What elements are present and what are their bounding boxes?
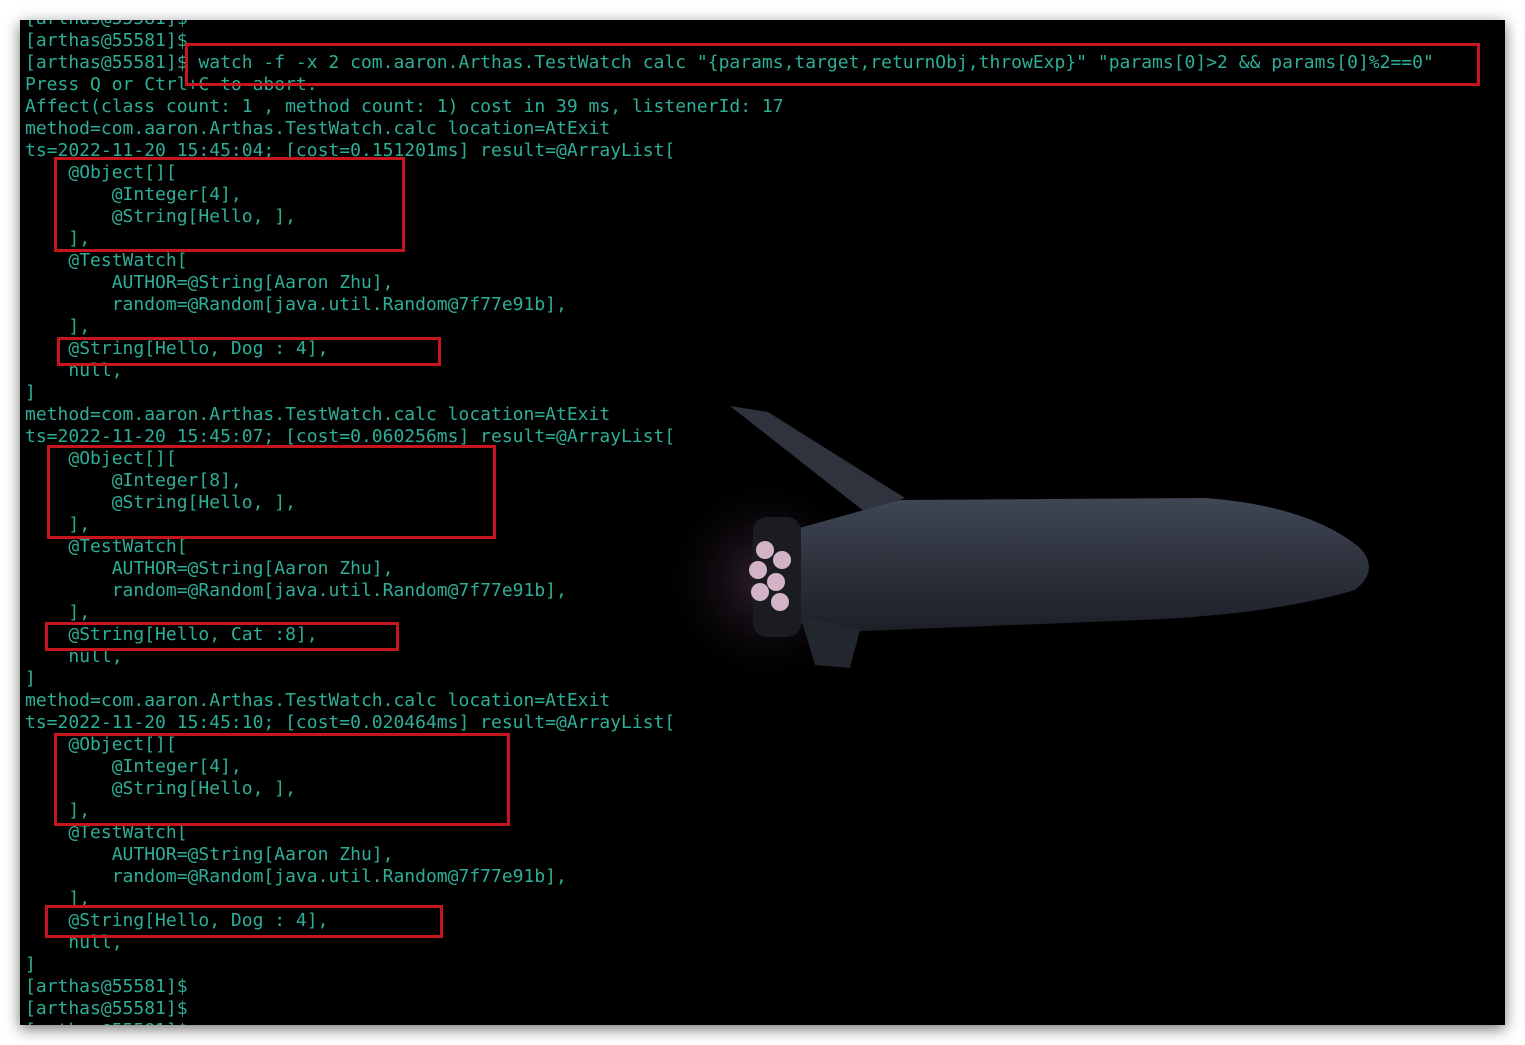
params-highlight-1	[54, 157, 405, 252]
terminal-line: method=com.aaron.Arthas.TestWatch.calc l…	[25, 118, 610, 140]
params-highlight-2	[47, 445, 496, 539]
line-text: ]	[25, 668, 36, 689]
return-highlight-3	[45, 905, 443, 938]
terminal-line: ts=2022-11-20 15:45:10; [cost=0.020464ms…	[25, 712, 675, 734]
line-text: AUTHOR=@String[Aaron Zhu],	[111, 272, 394, 293]
terminal-line: [arthas@55581]$	[25, 30, 188, 52]
terminal-line: @TestWatch[	[25, 250, 188, 272]
terminal-line: [arthas@55581]$	[25, 20, 188, 30]
terminal-line: [arthas@55581]$	[25, 1020, 188, 1025]
terminal-line: [arthas@55581]$	[25, 976, 188, 998]
line-text: random=@Random[java.util.Random@7f77e91b…	[111, 294, 567, 315]
terminal-line: AUTHOR=@String[Aaron Zhu],	[25, 844, 394, 866]
terminal-line: random=@Random[java.util.Random@7f77e91b…	[25, 866, 567, 888]
terminal-window[interactable]: [arthas@55581]$[arthas@55581]$[arthas@55…	[20, 20, 1505, 1025]
terminal-line: AUTHOR=@String[Aaron Zhu],	[25, 558, 394, 580]
line-text: [arthas@55581]$	[25, 30, 188, 51]
line-text: [arthas@55581]$	[25, 998, 188, 1019]
line-text: Affect(class count: 1 , method count: 1)…	[25, 96, 784, 117]
return-highlight-2	[45, 622, 399, 651]
terminal-line: [arthas@55581]$	[25, 998, 188, 1020]
line-text: ],	[68, 316, 91, 337]
line-text: @TestWatch[	[68, 536, 188, 557]
line-text: [arthas@55581]$	[25, 20, 188, 29]
line-text: [arthas@55581]$	[25, 976, 188, 997]
line-text: method=com.aaron.Arthas.TestWatch.calc l…	[25, 404, 611, 425]
line-text: random=@Random[java.util.Random@7f77e91b…	[111, 866, 567, 887]
terminal-line: @TestWatch[	[25, 536, 188, 558]
terminal-line: ],	[25, 602, 90, 624]
params-highlight-3	[54, 733, 510, 826]
line-text: ],	[68, 602, 91, 623]
line-text: AUTHOR=@String[Aaron Zhu],	[111, 558, 394, 579]
return-highlight-1	[57, 337, 441, 366]
line-text: ts=2022-11-20 15:45:07; [cost=0.060256ms…	[25, 426, 676, 447]
terminal-line: method=com.aaron.Arthas.TestWatch.calc l…	[25, 404, 610, 426]
line-text: ]	[25, 954, 36, 975]
line-text: @TestWatch[	[68, 250, 188, 271]
line-text: method=com.aaron.Arthas.TestWatch.calc l…	[25, 690, 611, 711]
terminal-line: ]	[25, 954, 36, 976]
line-text: method=com.aaron.Arthas.TestWatch.calc l…	[25, 118, 611, 139]
line-text: ts=2022-11-20 15:45:10; [cost=0.020464ms…	[25, 712, 676, 733]
line-text: ]	[25, 382, 36, 403]
terminal-line: method=com.aaron.Arthas.TestWatch.calc l…	[25, 690, 610, 712]
line-text: random=@Random[java.util.Random@7f77e91b…	[111, 580, 567, 601]
terminal-line: AUTHOR=@String[Aaron Zhu],	[25, 272, 394, 294]
terminal-line: ]	[25, 382, 36, 404]
line-text: AUTHOR=@String[Aaron Zhu],	[111, 844, 394, 865]
terminal-line: Affect(class count: 1 , method count: 1)…	[25, 96, 784, 118]
line-text: [arthas@55581]$	[25, 1020, 188, 1025]
terminal-line: random=@Random[java.util.Random@7f77e91b…	[25, 580, 567, 602]
command-highlight	[185, 43, 1480, 86]
terminal-line: random=@Random[java.util.Random@7f77e91b…	[25, 294, 567, 316]
terminal-line: ],	[25, 316, 90, 338]
terminal-line: ]	[25, 668, 36, 690]
